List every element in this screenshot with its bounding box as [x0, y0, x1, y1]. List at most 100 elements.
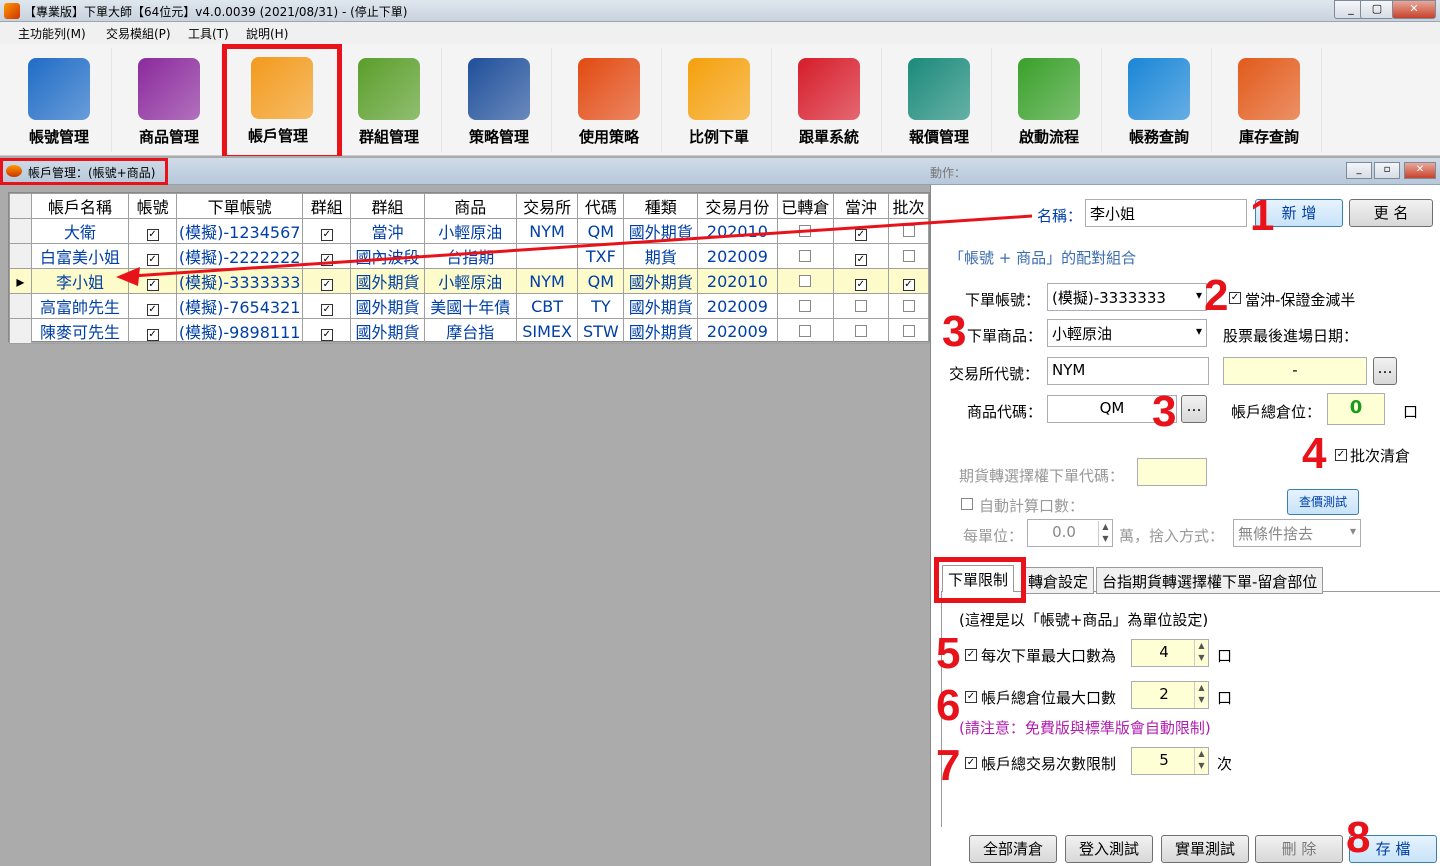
- exchange-input[interactable]: NYM: [1047, 357, 1209, 385]
- cell-name[interactable]: 高富帥先生: [30, 293, 130, 319]
- column-header[interactable]: 商品: [423, 193, 517, 219]
- daytrade-checkbox[interactable]: ✓: [1229, 292, 1241, 304]
- table-row[interactable]: ▸ 李小姐 ✓ (模擬)-3333333 ✓ 國外期貨 小輕原油 NYM QM 國外期貨 20201…: [9, 268, 929, 294]
- cell-checkbox[interactable]: [888, 293, 929, 319]
- row-checkbox[interactable]: ✓: [902, 278, 915, 291]
- cell-code[interactable]: QM: [577, 268, 625, 294]
- table-row[interactable]: 白富美小姐 ✓ (模擬)-2222222 ✓ 國內波段 台指期 TXF 期貨 202009 ✓: [9, 243, 929, 269]
- row-checkbox[interactable]: ✓: [854, 278, 867, 291]
- option-code-input[interactable]: [1137, 458, 1207, 486]
- cell-name[interactable]: 白富美小姐: [30, 243, 130, 269]
- cell-month[interactable]: 202009: [697, 243, 778, 269]
- cell-checkbox[interactable]: ✓: [832, 268, 890, 294]
- unit-spinner[interactable]: ▲ ▼: [1098, 521, 1112, 547]
- trade-count-spinner[interactable]: ▲ ▼: [1194, 748, 1208, 774]
- cell-account[interactable]: (模擬)-9898111: [175, 318, 304, 344]
- column-header[interactable]: 群組: [302, 193, 352, 219]
- toolbar-checklist-button[interactable]: 策略管理: [446, 48, 552, 152]
- tab-rollover[interactable]: 轉倉設定: [1022, 567, 1095, 594]
- toolbar-bar-people-button[interactable]: 跟單系統: [776, 48, 882, 152]
- cell-checkbox[interactable]: ✓: [302, 268, 352, 294]
- table-row[interactable]: 陳麥可先生 ✓ (模擬)-9898111 ✓ 國外期貨 摩台指 SIMEX STW 國外期貨 20…: [9, 318, 929, 344]
- cell-account[interactable]: (模擬)-3333333: [175, 268, 304, 294]
- cell-code[interactable]: STW: [577, 318, 625, 344]
- sub-restore-button[interactable]: ▫: [1374, 162, 1400, 179]
- toolbar-users-button[interactable]: 帳號管理: [6, 48, 112, 152]
- order-product-select[interactable]: 小輕原油: [1047, 319, 1207, 347]
- cell-exchange[interactable]: NYM: [515, 218, 579, 244]
- row-checkbox[interactable]: [799, 224, 812, 237]
- toolbar-folder-users-button[interactable]: 帳戶管理: [222, 44, 342, 160]
- live-order-test-button[interactable]: 實單測試: [1161, 835, 1249, 863]
- cell-code[interactable]: QM: [577, 218, 625, 244]
- cell-code[interactable]: TXF: [577, 243, 625, 269]
- maximize-button[interactable]: ▢: [1360, 0, 1394, 19]
- row-checkbox[interactable]: [799, 274, 812, 287]
- row-checkbox[interactable]: [902, 299, 915, 312]
- cell-month[interactable]: 202010: [697, 218, 778, 244]
- cell-month[interactable]: 202009: [697, 293, 778, 319]
- max-order-checkbox[interactable]: ✓: [965, 649, 977, 661]
- cell-checkbox[interactable]: [776, 318, 834, 344]
- row-checkbox[interactable]: ✓: [320, 253, 333, 266]
- account-grid[interactable]: 帳戶名稱 帳號 下單帳號 群組 群組 商品 交易所 代碼 種類 交易月份 已轉倉 當沖 批次 大衛 ✓ (模…: [8, 192, 930, 344]
- cell-exchange[interactable]: CBT: [515, 293, 579, 319]
- row-header[interactable]: [9, 243, 32, 269]
- cell-product[interactable]: 台指期: [423, 243, 517, 269]
- row-header[interactable]: ▸: [9, 268, 32, 294]
- column-header[interactable]: 已轉倉: [776, 193, 834, 219]
- cell-checkbox[interactable]: ✓: [302, 218, 352, 244]
- cell-checkbox[interactable]: ✓: [128, 293, 177, 319]
- cell-month[interactable]: 202010: [697, 268, 778, 294]
- cell-checkbox[interactable]: ✓: [302, 293, 352, 319]
- column-header[interactable]: 代碼: [577, 193, 625, 219]
- menu-help[interactable]: 說明(H): [246, 25, 288, 42]
- toolbar-globe-button[interactable]: 報價管理: [886, 48, 992, 152]
- row-header[interactable]: [9, 293, 32, 319]
- quote-test-button[interactable]: 查價測試: [1287, 489, 1359, 515]
- cell-product[interactable]: 美國十年債: [423, 293, 517, 319]
- cell-account[interactable]: (模擬)-1234567: [175, 218, 304, 244]
- cell-product[interactable]: 摩台指: [423, 318, 517, 344]
- toolbar-report-button[interactable]: 庫存查詢: [1216, 48, 1322, 152]
- sub-close-button[interactable]: ✕: [1404, 162, 1436, 179]
- menu-trade-module[interactable]: 交易模組(P): [106, 25, 171, 42]
- max-position-spinner[interactable]: ▲ ▼: [1194, 682, 1208, 708]
- cell-kind[interactable]: 國外期貨: [623, 218, 699, 244]
- column-header[interactable]: 帳號: [128, 193, 177, 219]
- cell-checkbox[interactable]: ✓: [128, 243, 177, 269]
- trade-count-checkbox[interactable]: ✓: [965, 757, 977, 769]
- cell-exchange[interactable]: NYM: [515, 268, 579, 294]
- cell-group[interactable]: 國內波段: [350, 243, 425, 269]
- cell-group[interactable]: 國外期貨: [350, 268, 425, 294]
- row-checkbox[interactable]: ✓: [146, 253, 159, 266]
- close-button[interactable]: ✕: [1392, 0, 1436, 19]
- cell-checkbox[interactable]: ✓: [128, 318, 177, 344]
- row-checkbox[interactable]: ✓: [320, 303, 333, 316]
- row-checkbox[interactable]: ✓: [146, 303, 159, 316]
- cell-kind[interactable]: 期貨: [623, 243, 699, 269]
- row-checkbox[interactable]: [902, 324, 915, 337]
- cell-checkbox[interactable]: ✓: [128, 218, 177, 244]
- login-test-button[interactable]: 登入測試: [1065, 835, 1153, 863]
- column-header[interactable]: 帳戶名稱: [30, 193, 130, 219]
- cell-checkbox[interactable]: [888, 243, 929, 269]
- cell-checkbox[interactable]: ✓: [302, 318, 352, 344]
- row-checkbox[interactable]: ✓: [146, 278, 159, 291]
- menu-main[interactable]: 主功能列(M): [18, 25, 86, 42]
- toolbar-wallet-button[interactable]: 商品管理: [116, 48, 222, 152]
- rounding-select[interactable]: 無條件捨去: [1233, 519, 1361, 547]
- cell-checkbox[interactable]: ✓: [832, 218, 890, 244]
- date-picker-button[interactable]: …: [1373, 357, 1397, 385]
- cell-checkbox[interactable]: ✓: [128, 268, 177, 294]
- cell-checkbox[interactable]: [832, 293, 890, 319]
- cell-kind[interactable]: 國外期貨: [623, 268, 699, 294]
- cell-checkbox[interactable]: [776, 243, 834, 269]
- cell-exchange[interactable]: [515, 243, 579, 269]
- cell-checkbox[interactable]: [776, 218, 834, 244]
- cell-checkbox[interactable]: [888, 218, 929, 244]
- row-checkbox[interactable]: ✓: [320, 328, 333, 341]
- cell-product[interactable]: 小輕原油: [423, 268, 517, 294]
- row-header[interactable]: [9, 318, 32, 344]
- cell-account[interactable]: (模擬)-2222222: [175, 243, 304, 269]
